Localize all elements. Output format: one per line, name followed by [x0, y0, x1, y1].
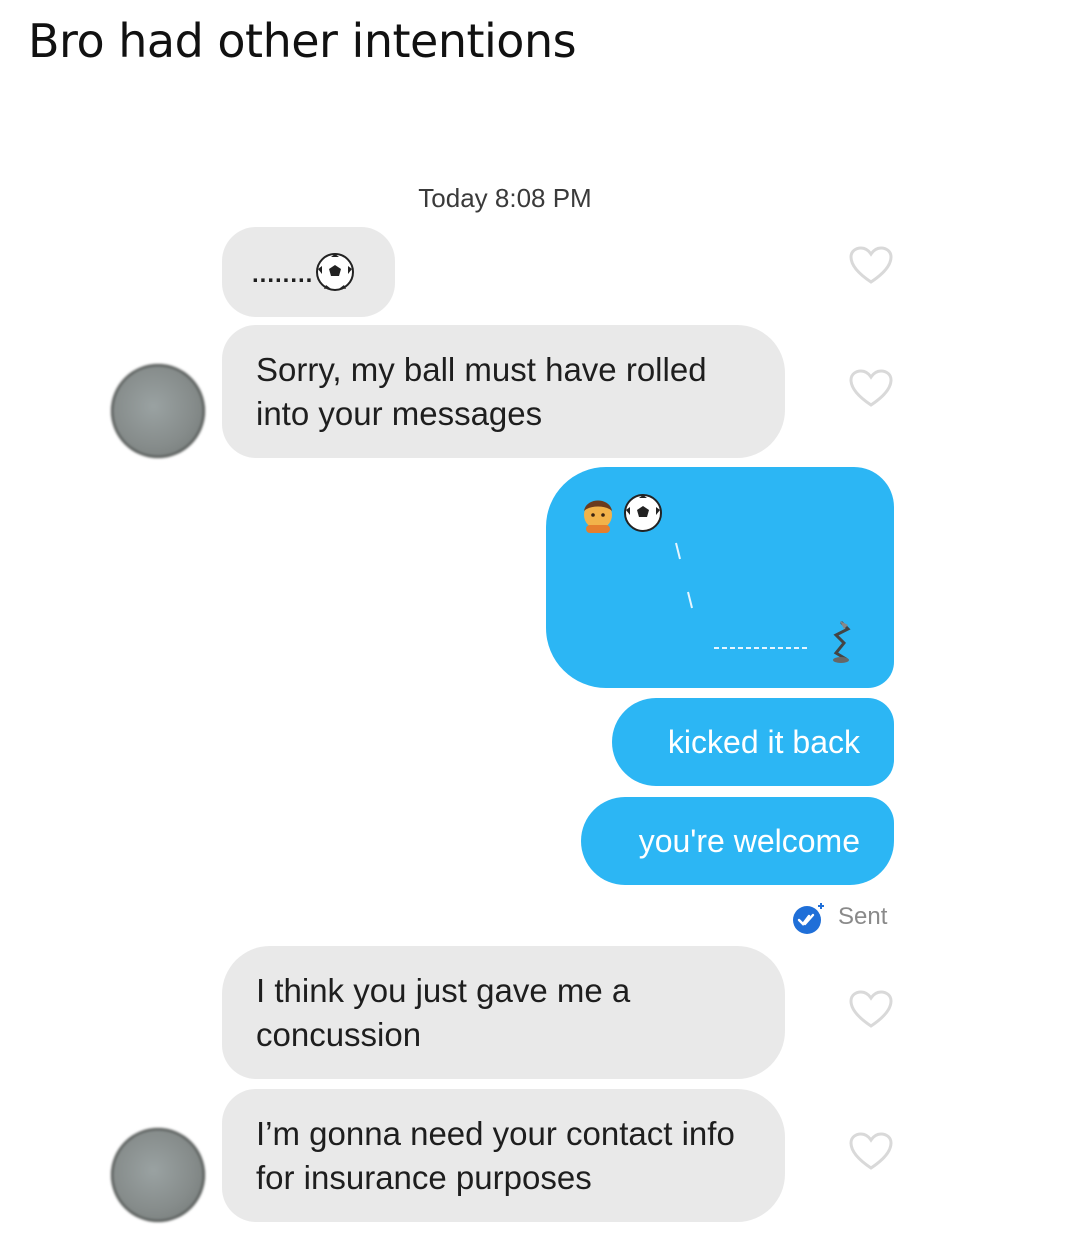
sent-status-label: Sent	[838, 903, 888, 930]
chat-timestamp: Today 8:08 PM	[418, 183, 592, 213]
like-heart-icon[interactable]	[848, 989, 894, 1029]
person-icon	[584, 500, 612, 533]
message-text: I’m gonna need your contact info for ins…	[256, 1114, 735, 1196]
emoji-art	[584, 494, 851, 663]
soccer-ball-icon	[624, 494, 662, 532]
message-text: ........	[252, 261, 314, 288]
message-bubble-incoming[interactable]: I think you just gave me a concussion	[222, 946, 785, 1079]
message-text: kicked it back	[667, 723, 860, 760]
soccer-ball-icon	[316, 253, 355, 291]
message-bubble-outgoing[interactable]: you're welcome	[581, 797, 894, 885]
like-heart-icon[interactable]	[848, 1131, 894, 1171]
avatar[interactable]	[111, 364, 205, 458]
post-caption: Bro had other intentions	[28, 14, 577, 68]
message-bubble-incoming[interactable]: Sorry, my ball must have rolled into you…	[222, 325, 785, 458]
like-heart-icon[interactable]	[848, 245, 894, 285]
sent-check-icon	[793, 903, 824, 934]
message-text: Sorry, my ball must have rolled into you…	[256, 350, 707, 432]
like-heart-icon[interactable]	[848, 368, 894, 408]
message-bubble-outgoing[interactable]: kicked it back	[612, 698, 894, 786]
message-bubble-incoming[interactable]: ........	[222, 227, 395, 317]
avatar[interactable]	[111, 1128, 205, 1222]
message-text: you're welcome	[638, 822, 860, 859]
message-bubble-incoming[interactable]: I’m gonna need your contact info for ins…	[222, 1089, 785, 1222]
lamp-icon	[833, 621, 851, 663]
message-text: I think you just gave me a concussion	[256, 971, 631, 1053]
message-bubble-outgoing[interactable]	[546, 467, 894, 688]
